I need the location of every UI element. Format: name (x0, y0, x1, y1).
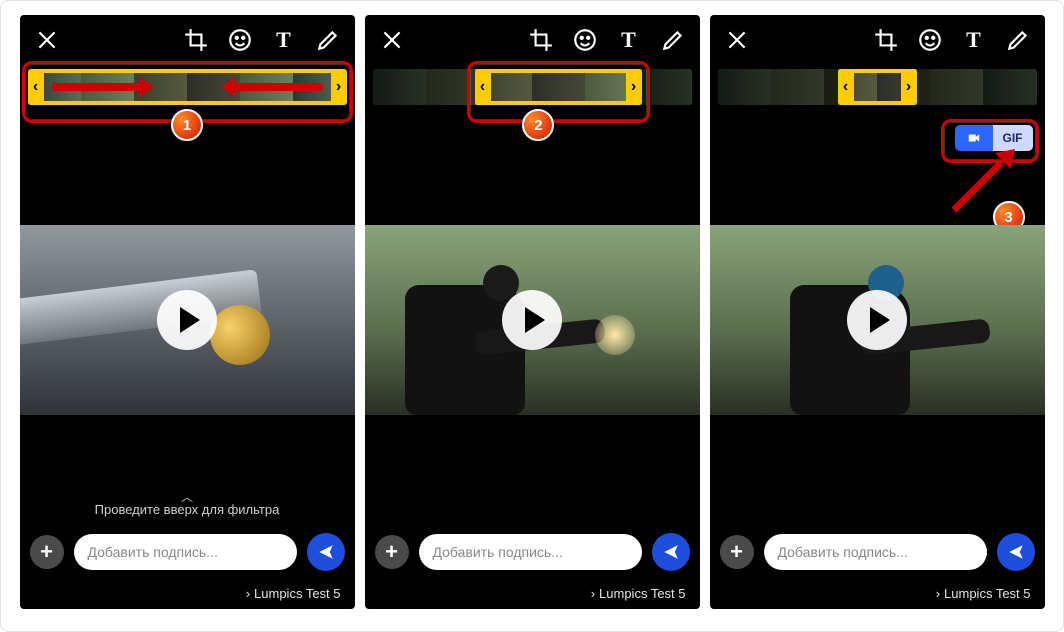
recipient-label[interactable]: ›Lumpics Test 5 (365, 586, 700, 601)
text-tool-icon[interactable]: T (271, 27, 297, 53)
editor-toolbar: T (710, 15, 1045, 65)
send-button[interactable] (307, 533, 345, 571)
recipient-label[interactable]: ›Lumpics Test 5 (710, 586, 1045, 601)
send-button[interactable] (997, 533, 1035, 571)
phone-screen-2: T ‹ › 2 (365, 15, 700, 609)
text-tool-icon[interactable]: T (616, 27, 642, 53)
trim-handle-left[interactable]: ‹ (475, 69, 491, 105)
crop-icon[interactable] (528, 27, 554, 53)
video-preview[interactable] (20, 225, 355, 415)
editor-toolbar: T (20, 15, 355, 65)
trim-handle-right[interactable]: › (626, 69, 642, 105)
chevron-up-icon: ︿ (20, 492, 355, 502)
caption-input-bar: + Добавить подпись... (365, 529, 700, 575)
caption-input[interactable]: Добавить подпись... (419, 534, 642, 570)
close-icon[interactable] (34, 27, 60, 53)
chevron-right-icon: › (246, 586, 250, 601)
preview-muzzle-flash (595, 315, 635, 355)
caption-input[interactable]: Добавить подпись... (74, 534, 297, 570)
video-trim-timeline[interactable]: ‹ › (718, 69, 1037, 105)
add-button[interactable]: + (30, 535, 64, 569)
trim-handle-left[interactable]: ‹ (28, 69, 44, 105)
phone-screen-3: T ‹ › GIF (710, 15, 1045, 609)
crop-icon[interactable] (183, 27, 209, 53)
text-tool-icon[interactable]: T (961, 27, 987, 53)
draw-icon[interactable] (660, 27, 686, 53)
emoji-icon[interactable] (227, 27, 253, 53)
close-icon[interactable] (724, 27, 750, 53)
send-button[interactable] (652, 533, 690, 571)
step-badge-1: 1 (171, 109, 203, 141)
caption-input[interactable]: Добавить подпись... (764, 534, 987, 570)
recipient-label[interactable]: ›Lumpics Test 5 (20, 586, 355, 601)
caption-input-bar: + Добавить подпись... (710, 529, 1045, 575)
play-button[interactable] (502, 290, 562, 350)
chevron-right-icon: › (936, 586, 940, 601)
swipe-up-hint: ︿ Проведите вверх для фильтра (20, 492, 355, 517)
emoji-icon[interactable] (917, 27, 943, 53)
add-button[interactable]: + (375, 535, 409, 569)
crop-icon[interactable] (873, 27, 899, 53)
swipe-up-label: Проведите вверх для фильтра (20, 502, 355, 517)
add-button[interactable]: + (720, 535, 754, 569)
caption-input-bar: + Добавить подпись... (20, 529, 355, 575)
arrow-drag-right (52, 83, 142, 91)
editor-toolbar: T (365, 15, 700, 65)
chevron-right-icon: › (591, 586, 595, 601)
trim-handle-left[interactable]: ‹ (838, 69, 854, 105)
phone-screen-1: T ‹ › 1 (20, 15, 355, 609)
close-icon[interactable] (379, 27, 405, 53)
arrow-drag-left (233, 83, 323, 91)
video-trim-timeline[interactable]: ‹ › (373, 69, 692, 105)
draw-icon[interactable] (1005, 27, 1031, 53)
play-button[interactable] (157, 290, 217, 350)
video-preview[interactable] (710, 225, 1045, 415)
play-button[interactable] (847, 290, 907, 350)
video-mode-icon[interactable] (955, 131, 993, 145)
emoji-icon[interactable] (572, 27, 598, 53)
trim-handle-right[interactable]: › (331, 69, 347, 105)
draw-icon[interactable] (315, 27, 341, 53)
tutorial-image: T ‹ › 1 (0, 0, 1064, 632)
trim-handle-right[interactable]: › (901, 69, 917, 105)
step-badge-2: 2 (522, 109, 554, 141)
video-preview[interactable] (365, 225, 700, 415)
